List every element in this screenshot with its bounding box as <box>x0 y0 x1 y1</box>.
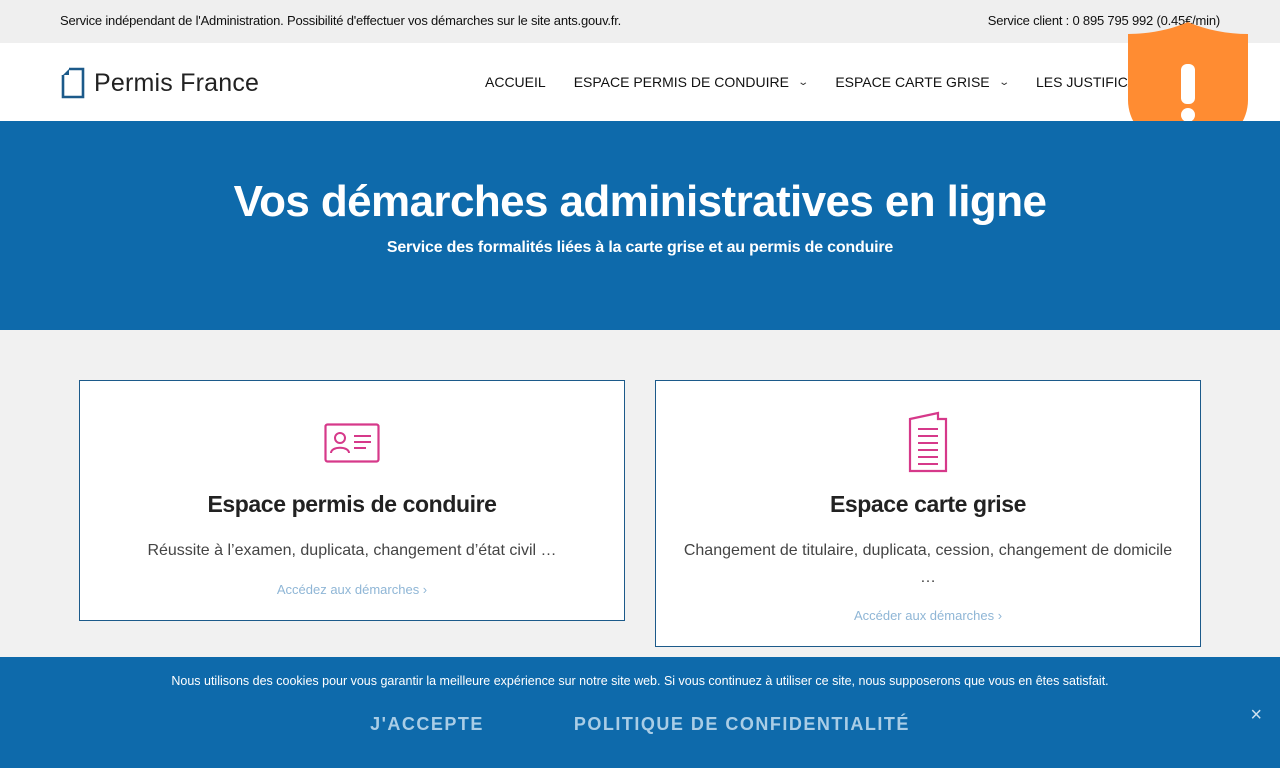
hero-subtitle: Service des formalités liées à la carte … <box>386 239 894 256</box>
cookie-actions: J'ACCEPTE POLITIQUE DE CONFIDENTIALITÉ <box>0 714 1280 735</box>
access-procedures-link[interactable]: Accéder aux démarches › <box>656 608 1200 623</box>
nav-label: ESPACE CARTE GRISE <box>835 74 990 90</box>
top-info-bar: Service indépendant de l'Administration.… <box>0 0 1280 43</box>
site-header: Permis France ACCUEIL ESPACE PERMIS DE C… <box>0 43 1280 121</box>
card-title: Espace permis de conduire <box>207 491 497 517</box>
cookie-banner: Nous utilisons des cookies pour vous gar… <box>0 657 1280 768</box>
hero-banner: Vos démarches administratives en ligne S… <box>0 121 1280 330</box>
document-outline-icon <box>61 67 85 99</box>
chevron-down-icon: ⌄ <box>997 76 1010 88</box>
privacy-policy-button[interactable]: POLITIQUE DE CONFIDENTIALITÉ <box>574 714 910 735</box>
id-card-icon <box>324 423 380 463</box>
nav-item-espace-carte-grise[interactable]: ESPACE CARTE GRISE ⌄ <box>835 74 1010 90</box>
access-procedures-link[interactable]: Accédez aux démarches › <box>80 582 624 597</box>
accept-cookies-button[interactable]: J'ACCEPTE <box>370 714 484 735</box>
nav-item-accueil[interactable]: ACCUEIL <box>485 74 546 90</box>
document-list-icon <box>908 411 948 473</box>
close-icon[interactable]: × <box>1250 704 1262 727</box>
independent-service-notice: Service indépendant de l'Administration.… <box>60 13 622 28</box>
card-title: Espace carte grise <box>829 491 1027 517</box>
site-logo[interactable]: Permis France <box>60 67 259 99</box>
nav-label: ACCUEIL <box>485 74 546 90</box>
cookie-message: Nous utilisons des cookies pour vous gar… <box>171 674 1109 688</box>
logo-text: Permis France <box>94 68 260 97</box>
card-espace-permis[interactable]: Espace permis de conduire Réussite à l’e… <box>79 380 625 621</box>
card-description: Changement de titulaire, duplicata, cess… <box>683 542 1173 586</box>
main-nav: ACCUEIL ESPACE PERMIS DE CONDUIRE ⌄ ESPA… <box>485 74 1166 90</box>
nav-item-espace-permis[interactable]: ESPACE PERMIS DE CONDUIRE ⌄ <box>573 74 809 90</box>
chevron-down-icon: ⌄ <box>797 76 809 88</box>
hero-title: Vos démarches administratives en ligne <box>233 177 1047 226</box>
card-espace-carte-grise[interactable]: Espace carte grise Changement de titulai… <box>655 380 1201 647</box>
nav-label: ESPACE PERMIS DE CONDUIRE <box>573 74 789 90</box>
card-description: Réussite à l’examen, duplicata, changeme… <box>147 542 557 559</box>
